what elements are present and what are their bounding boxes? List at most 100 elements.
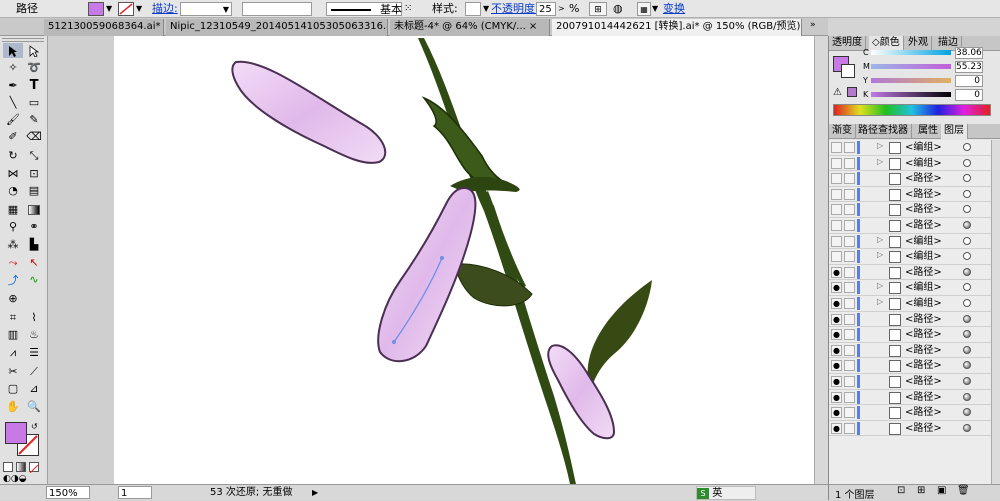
expand-arrow-icon[interactable]: ▷ [877,141,883,150]
yellow-slider[interactable] [871,78,951,83]
eyedropper-tool-icon[interactable]: ⚲ [3,219,23,234]
brush-options-icon[interactable]: ⁙ [404,2,412,16]
lock-toggle-icon[interactable] [844,314,855,325]
lock-toggle-icon[interactable] [844,173,855,184]
visibility-toggle-icon[interactable] [831,189,842,200]
visibility-toggle-icon[interactable]: ● [831,407,842,418]
live-paint-bucket-tool-icon[interactable]: ⤳ [3,255,23,270]
layer-row[interactable]: ●<路径> [829,265,991,281]
expand-arrow-icon[interactable]: ▷ [877,250,883,259]
fill-swatch[interactable] [88,2,104,16]
lock-toggle-icon[interactable] [844,236,855,247]
tabs-overflow-icon[interactable]: » [810,20,816,30]
layer-row[interactable]: <路径> [829,187,991,203]
artboard-rect-tool-icon[interactable]: ▢ [3,381,23,396]
layer-row[interactable]: ●<路径> [829,312,991,328]
expand-arrow-icon[interactable]: ▷ [877,157,883,166]
visibility-toggle-icon[interactable]: ● [831,282,842,293]
layer-name[interactable]: <路径> [905,313,942,326]
layer-name[interactable]: <编组> [905,235,942,248]
chart-line-tool-icon[interactable]: ⩘ [3,345,23,360]
layer-name[interactable]: <路径> [905,359,942,372]
target-circle-icon[interactable] [963,283,971,291]
expand-arrow-icon[interactable]: ▷ [877,281,883,290]
shape-builder-tool-icon[interactable]: ◔ [3,183,23,198]
target-circle-icon[interactable] [963,159,971,167]
lock-toggle-icon[interactable] [844,204,855,215]
layer-name[interactable]: <路径> [905,406,942,419]
expand-arrow-icon[interactable]: ▷ [877,297,883,306]
hand-tool-icon[interactable]: ✋ [3,399,23,414]
opacity-field[interactable]: 25 [536,2,556,16]
live-paint-selection-tool-icon[interactable]: ↖ [24,255,44,270]
swap-colors-icon[interactable]: ↺ [31,422,38,431]
target-circle-icon[interactable] [963,252,971,260]
visibility-toggle-icon[interactable] [831,158,842,169]
layer-name[interactable]: <路径> [905,219,942,232]
layer-name[interactable]: <路径> [905,266,942,279]
blend-tool-icon[interactable]: ⚭ [24,219,44,234]
tab-gradient[interactable]: 渐变 [829,124,856,139]
symbol-sprayer-tool-icon[interactable]: ⁂ [3,237,23,252]
lock-toggle-icon[interactable] [844,360,855,371]
opacity-stepper-icon[interactable]: > [558,2,565,16]
layer-name[interactable]: <路径> [905,203,942,216]
scale-tool-icon[interactable]: ⤡ [24,148,44,163]
selection-tool-icon[interactable] [3,43,23,58]
wave-tool-icon[interactable]: ∿ [24,272,44,287]
color-spectrum[interactable] [833,104,991,116]
magenta-slider[interactable] [871,64,951,69]
tab-document-2[interactable]: Nipic_12310549_20140514105305063316.ai*× [166,19,388,36]
color-mode-button[interactable] [3,462,13,472]
gradient-tool-icon[interactable] [24,202,44,217]
list-tool-icon[interactable]: ☰ [24,345,44,360]
layer-name[interactable]: <路径> [905,391,942,404]
layer-name[interactable]: <路径> [905,172,942,185]
layer-row[interactable]: ●<路径> [829,358,991,374]
direct-selection-tool-icon[interactable] [24,43,44,58]
tab-transparency[interactable]: 透明度 [829,36,866,51]
black-value[interactable]: 0 [955,89,983,101]
target-circle-icon[interactable] [963,143,971,151]
width-tool-icon[interactable]: ⋈ [3,166,23,181]
rotate-tool-icon[interactable]: ↻ [3,148,23,163]
free-transform-tool-icon[interactable]: ⊡ [24,166,44,181]
illustration[interactable] [114,36,822,484]
target-circle-icon[interactable] [963,221,971,229]
layer-name[interactable]: <编组> [905,250,942,263]
eraser-tool-icon[interactable]: ⌫ [24,129,44,144]
target-circle-icon[interactable] [963,190,971,198]
lock-toggle-icon[interactable] [844,220,855,231]
layer-name[interactable]: <路径> [905,328,942,341]
target-circle-icon[interactable] [963,299,971,307]
visibility-toggle-icon[interactable]: ● [831,345,842,356]
target-circle-icon[interactable] [963,315,971,323]
rectangle-tool-icon[interactable]: ▭ [24,95,44,110]
lock-toggle-icon[interactable] [844,282,855,293]
blob-brush-tool-icon[interactable]: ✐ [3,129,23,144]
layer-row[interactable]: <路径> [829,218,991,234]
slice-tool-icon[interactable]: ⌇ [24,310,44,325]
type-tool-icon[interactable]: T [24,78,44,93]
warp-tool-icon[interactable]: ♨ [24,327,44,342]
new-sublayer-icon[interactable]: ⊞ [917,485,925,496]
lock-toggle-icon[interactable] [844,298,855,309]
layer-row[interactable]: <路径> [829,171,991,187]
target-circle-icon[interactable] [963,268,971,276]
panel-stroke-swatch[interactable] [841,64,855,78]
stroke-label[interactable]: 描边: [152,2,178,16]
target-circle-icon[interactable] [963,174,971,182]
blend-path-tool-icon[interactable]: ⤴ [3,272,23,287]
layer-row[interactable]: ▷<编组> [829,234,991,250]
transform-label[interactable]: 变换 [663,2,685,16]
layer-row[interactable]: ●<路径> [829,343,991,359]
column-graph-tool-icon[interactable]: ▥ [3,327,23,342]
brush-definition-field[interactable]: 基本 [326,2,402,16]
draw-mode-icons[interactable]: ◐◑◒ [3,474,27,484]
visibility-toggle-icon[interactable]: ● [831,298,842,309]
status-menu-icon[interactable]: ▶ [312,486,318,499]
line-tool-icon[interactable]: ╲ [3,95,23,110]
magic-wand-tool-icon[interactable]: ✧ [3,60,23,75]
artboard-tool-icon[interactable]: ⌗ [3,310,23,325]
lock-toggle-icon[interactable] [844,392,855,403]
